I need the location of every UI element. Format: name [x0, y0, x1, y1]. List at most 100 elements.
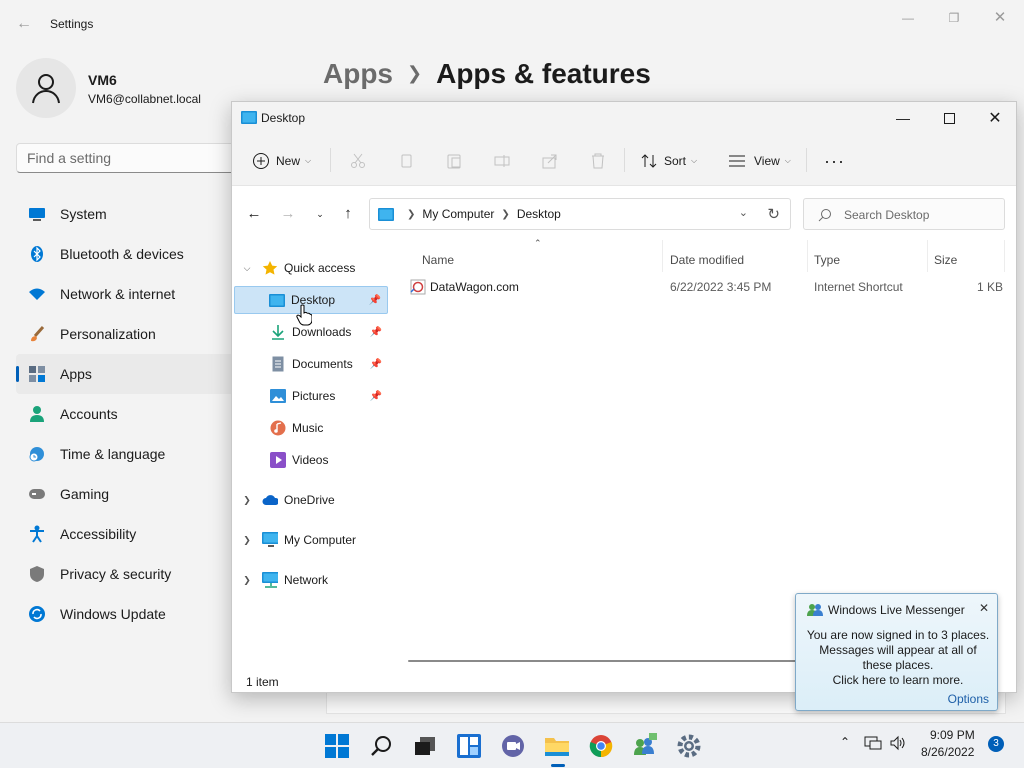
tree-item-music[interactable]: Music	[234, 414, 388, 442]
cut-icon[interactable]	[350, 148, 366, 174]
recent-locations-chevron-icon[interactable]: ⌄	[310, 204, 330, 224]
column-divider[interactable]	[1004, 240, 1005, 272]
minimize-icon[interactable]: —	[880, 102, 926, 134]
nav-item-apps[interactable]: Apps	[16, 354, 236, 394]
start-button[interactable]	[322, 731, 352, 761]
nav-label: Network & internet	[60, 286, 176, 302]
address-crumb-root[interactable]: My Computer	[422, 207, 494, 221]
search-button[interactable]	[366, 731, 396, 761]
tree-item-network[interactable]: ❯ Network	[236, 566, 386, 594]
tree-item-pictures[interactable]: Pictures 📌	[234, 382, 388, 410]
chevron-right-icon[interactable]: ❯	[240, 495, 254, 506]
nav-label: Privacy & security	[60, 566, 172, 582]
forward-arrow-icon[interactable]: →	[278, 204, 298, 224]
delete-icon[interactable]	[590, 148, 606, 174]
find-setting-input[interactable]: Find a setting	[16, 143, 246, 173]
chat-button[interactable]	[498, 731, 528, 761]
chevron-down-icon[interactable]: ⌵	[240, 263, 254, 274]
minimize-icon[interactable]: —	[888, 6, 928, 30]
up-arrow-icon[interactable]: ↑	[338, 204, 358, 224]
star-icon	[262, 260, 278, 276]
avatar[interactable]	[16, 58, 76, 118]
network-status-icon[interactable]	[864, 735, 882, 755]
column-header-date[interactable]: Date modified	[670, 248, 744, 272]
file-row[interactable]: DataWagon.com 6/22/2022 3:45 PM Internet…	[406, 276, 1006, 298]
user-icon	[32, 74, 60, 104]
share-icon[interactable]	[542, 148, 558, 174]
nav-item-bluetooth[interactable]: Bluetooth & devices	[16, 234, 236, 274]
new-button[interactable]: New ⌵	[252, 148, 311, 174]
toast-options-link[interactable]: Options	[948, 692, 989, 706]
brush-icon	[28, 325, 46, 343]
messenger-taskbar-button[interactable]	[630, 731, 660, 761]
explorer-titlebar[interactable]: Desktop — ✕	[232, 102, 1016, 134]
pin-icon[interactable]: 📌	[369, 295, 381, 306]
back-arrow-icon[interactable]: ←	[14, 14, 34, 34]
refresh-icon[interactable]: ↻	[767, 205, 780, 223]
column-header-type[interactable]: Type	[814, 248, 840, 272]
task-view-button[interactable]	[410, 731, 440, 761]
tree-item-my-computer[interactable]: ❯ My Computer	[236, 526, 386, 554]
maximize-icon[interactable]	[926, 102, 972, 134]
close-icon[interactable]: ✕	[979, 601, 989, 615]
back-arrow-icon[interactable]: ←	[244, 204, 264, 224]
column-divider[interactable]	[927, 240, 928, 272]
view-icon	[729, 155, 745, 167]
chevron-up-icon[interactable]: ⌃	[836, 735, 854, 755]
pin-icon[interactable]: 📌	[370, 359, 382, 370]
pin-icon[interactable]: 📌	[370, 391, 382, 402]
restore-icon[interactable]: ❐	[934, 6, 974, 30]
chevron-right-icon[interactable]: ❯	[240, 575, 254, 586]
search-box[interactable]: Search Desktop	[803, 198, 1005, 230]
nav-item-accounts[interactable]: Accounts	[16, 394, 236, 434]
horizontal-scrollbar[interactable]	[408, 660, 808, 662]
more-options-icon[interactable]: ···	[824, 148, 845, 174]
nav-item-personalization[interactable]: Personalization	[16, 314, 236, 354]
settings-taskbar-button[interactable]	[674, 731, 704, 761]
sort-button[interactable]: Sort ⌵	[640, 148, 697, 174]
file-explorer-taskbar-button[interactable]	[542, 731, 572, 767]
address-row: ← → ⌄ ↑ ❯ My Computer ❯ Desktop ⌄ ↻ Sear…	[232, 186, 1016, 240]
column-divider[interactable]	[807, 240, 808, 272]
task-view-icon	[415, 737, 435, 755]
nav-item-gaming[interactable]: Gaming	[16, 474, 236, 514]
view-button[interactable]: View ⌵	[728, 148, 791, 174]
speaker-icon[interactable]	[889, 735, 907, 755]
nav-item-accessibility[interactable]: Accessibility	[16, 514, 236, 554]
column-header-size[interactable]: Size	[934, 248, 957, 272]
column-header-name[interactable]: Name	[422, 248, 454, 272]
address-bar[interactable]: ❯ My Computer ❯ Desktop ⌄ ↻	[369, 198, 791, 230]
breadcrumb-parent[interactable]: Apps	[323, 58, 393, 89]
rename-icon[interactable]	[494, 148, 510, 174]
file-type: Internet Shortcut	[814, 280, 903, 294]
chrome-button[interactable]	[586, 731, 616, 761]
messenger-notification[interactable]: Windows Live Messenger ✕ You are now sig…	[795, 593, 998, 711]
chevron-down-icon[interactable]: ⌄	[739, 206, 748, 219]
address-crumb-current[interactable]: Desktop	[517, 207, 561, 221]
nav-item-privacy[interactable]: Privacy & security	[16, 554, 236, 594]
nav-item-time-language[interactable]: Time & language	[16, 434, 236, 474]
nav-label: Personalization	[60, 326, 156, 342]
tree-label: OneDrive	[284, 493, 335, 507]
clock-time[interactable]: 9:09 PM	[930, 728, 975, 742]
toast-learn-more-link[interactable]: Click here to learn more.	[804, 673, 992, 688]
close-icon[interactable]: ✕	[972, 102, 1018, 134]
paste-icon[interactable]	[446, 148, 462, 174]
tree-item-onedrive[interactable]: ❯ OneDrive	[236, 486, 386, 514]
nav-item-system[interactable]: System	[16, 194, 236, 234]
widgets-button[interactable]	[454, 731, 484, 761]
close-icon[interactable]: ✕	[980, 6, 1020, 30]
toast-title: Windows Live Messenger	[828, 603, 965, 617]
tree-item-videos[interactable]: Videos	[234, 446, 388, 474]
tree-item-quick-access[interactable]: ⌵ Quick access	[236, 254, 386, 282]
pin-icon[interactable]: 📌	[370, 327, 382, 338]
clock-date[interactable]: 8/26/2022	[921, 745, 974, 759]
nav-item-windows-update[interactable]: Windows Update	[16, 594, 236, 634]
column-divider[interactable]	[662, 240, 663, 272]
nav-item-network[interactable]: Network & internet	[16, 274, 236, 314]
tree-item-documents[interactable]: Documents 📌	[234, 350, 388, 378]
notification-badge[interactable]: 3	[988, 736, 1004, 752]
copy-icon[interactable]	[398, 148, 414, 174]
search-icon	[371, 736, 391, 756]
chevron-right-icon[interactable]: ❯	[240, 535, 254, 546]
